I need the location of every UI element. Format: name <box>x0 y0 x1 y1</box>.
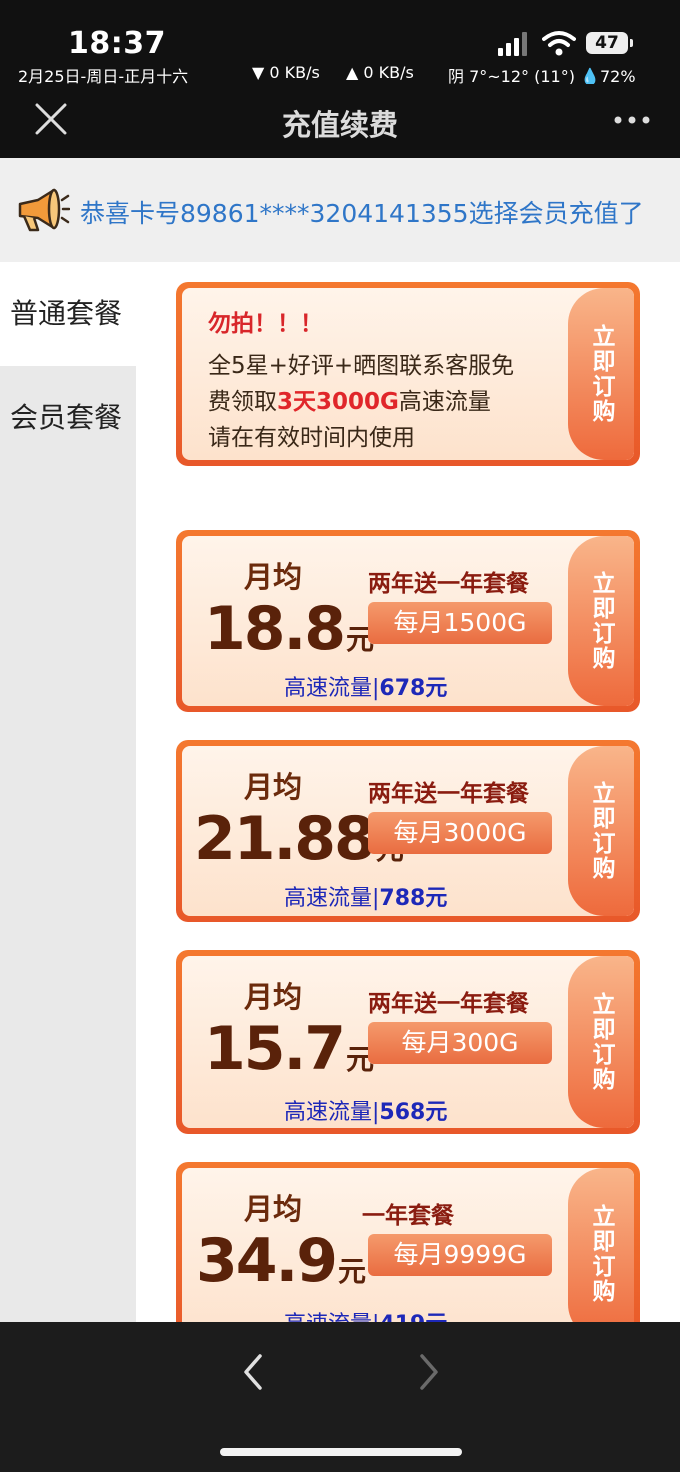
forward-arrow-icon[interactable] <box>414 1352 444 1392</box>
notice-card: 勿拍！！！ 全5星+好评+晒图联系客服免 费领取3天3000G高速流量 请在有效… <box>176 282 640 466</box>
plan-card[interactable]: 月均 18.8元 两年送一年套餐 每月1500G 高速流量|678元 立即订购 <box>176 530 640 712</box>
price-value: 21.88 <box>194 804 376 874</box>
total-price: 高速流量|419元 <box>284 1306 447 1322</box>
status-bar: 18:37 2月25日-周日-正月十六 ▼ 0 KB/s ▲ 0 KB/s 阴 … <box>0 0 680 86</box>
plan-card[interactable]: 月均 15.7元 两年送一年套餐 每月300G 高速流量|568元 立即订购 <box>176 950 640 1134</box>
promo-label: 两年送一年套餐 <box>368 571 529 597</box>
notice-card-line: 全5星+好评+晒图联系客服免 <box>208 353 515 379</box>
home-indicator[interactable] <box>220 1448 462 1456</box>
price-value: 18.8 <box>204 594 346 664</box>
wifi-icon <box>542 31 576 56</box>
promo-label: 两年送一年套餐 <box>368 781 529 807</box>
page-title: 充值续费 <box>281 108 398 142</box>
battery-icon: 47 <box>586 32 628 54</box>
monthly-label: 月均 <box>244 1192 303 1226</box>
announcement-text: 恭喜卡号89861****3204141355选择会员充值了 <box>80 199 644 228</box>
total-label: 高速流量| <box>284 1100 380 1125</box>
monthly-price: 15.7元 <box>204 1014 374 1084</box>
promo-label: 一年套餐 <box>362 1203 454 1229</box>
plan-card[interactable]: 月均 34.9元 一年套餐 每月9999G 高速流量|419元 立即订购 <box>176 1162 640 1322</box>
total-label: 高速流量| <box>284 1312 379 1322</box>
cellular-signal-icon <box>498 32 527 56</box>
promo-label: 两年送一年套餐 <box>368 991 529 1017</box>
card-inner: 月均 21.88元 两年送一年套餐 每月3000G 高速流量|788元 立即订购 <box>182 746 634 916</box>
total-price: 高速流量|788元 <box>284 880 447 912</box>
monthly-price: 34.9元 <box>196 1226 366 1296</box>
sidebar-item-member-plans[interactable]: 会员套餐 <box>0 366 136 470</box>
monthly-label: 月均 <box>244 560 303 594</box>
category-sidebar: 普通套餐 会员套餐 <box>0 262 136 1322</box>
notice-card-line: 请在有效时间内使用 <box>208 425 415 451</box>
total-amount: 788元 <box>379 886 448 911</box>
buy-now-button[interactable]: 立即订购 <box>568 746 634 916</box>
total-amount: 419元 <box>379 1312 447 1322</box>
plan-card[interactable]: 月均 21.88元 两年送一年套餐 每月3000G 高速流量|788元 立即订购 <box>176 740 640 922</box>
card-inner: 月均 18.8元 两年送一年套餐 每月1500G 高速流量|678元 立即订购 <box>182 536 634 706</box>
monthly-price: 18.8元 <box>204 594 374 664</box>
buy-now-button[interactable]: 立即订购 <box>568 1168 634 1322</box>
browser-bottom-bar <box>0 1322 680 1472</box>
price-unit: 元 <box>338 1255 367 1288</box>
total-label: 高速流量| <box>284 886 380 911</box>
battery-tip <box>630 39 633 47</box>
card-inner: 月均 34.9元 一年套餐 每月9999G 高速流量|419元 立即订购 <box>182 1168 634 1322</box>
traffic-badge: 每月1500G <box>368 602 552 644</box>
notice-card-highlight: 3天3000G <box>277 389 399 415</box>
total-amount: 678元 <box>379 676 448 701</box>
notice-card-warning: 勿拍！！！ <box>208 311 323 337</box>
price-value: 34.9 <box>196 1226 338 1296</box>
back-arrow-icon[interactable] <box>238 1352 268 1392</box>
traffic-badge: 每月3000G <box>368 812 552 854</box>
monthly-label: 月均 <box>244 770 303 804</box>
announcement-bar: 恭喜卡号89861****3204141355选择会员充值了 <box>0 158 680 262</box>
plan-list: 勿拍！！！ 全5星+好评+晒图联系客服免 费领取3天3000G高速流量 请在有效… <box>136 262 680 1322</box>
total-price: 高速流量|568元 <box>284 1094 447 1126</box>
notice-card-text: 高速流量 <box>398 389 491 415</box>
upload-speed: ▲ 0 KB/s <box>346 63 414 82</box>
traffic-badge: 每月9999G <box>368 1234 552 1276</box>
total-price: 高速流量|678元 <box>284 670 447 702</box>
buy-now-button[interactable]: 立即订购 <box>568 536 634 706</box>
download-speed: ▼ 0 KB/s <box>252 63 320 82</box>
total-amount: 568元 <box>379 1100 448 1125</box>
title-bar: 充值续费 <box>0 84 680 158</box>
more-options-icon[interactable] <box>612 114 652 126</box>
notice-card-line: 费领取3天3000G高速流量 <box>208 382 491 416</box>
price-value: 15.7 <box>204 1014 346 1084</box>
notice-card-text: 费领取 <box>208 389 277 415</box>
traffic-badge: 每月300G <box>368 1022 552 1064</box>
sidebar-item-regular-plans[interactable]: 普通套餐 <box>0 262 136 366</box>
total-label: 高速流量| <box>284 676 380 701</box>
megaphone-icon <box>18 188 70 232</box>
buy-now-button[interactable]: 立即订购 <box>568 288 634 460</box>
monthly-label: 月均 <box>244 980 303 1014</box>
card-inner: 月均 15.7元 两年送一年套餐 每月300G 高速流量|568元 立即订购 <box>182 956 634 1128</box>
card-inner: 勿拍！！！ 全5星+好评+晒图联系客服免 费领取3天3000G高速流量 请在有效… <box>182 288 634 460</box>
status-time: 18:37 <box>68 26 166 61</box>
buy-now-button[interactable]: 立即订购 <box>568 956 634 1128</box>
